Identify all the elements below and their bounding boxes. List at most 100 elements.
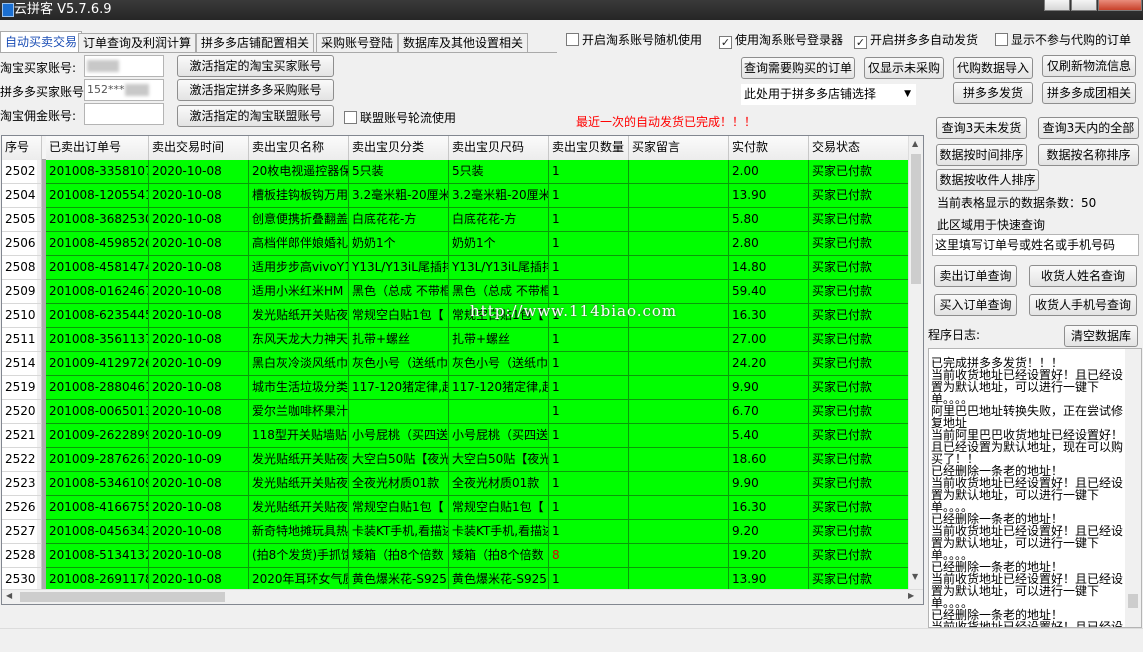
table-cell[interactable]: 1 <box>549 448 629 472</box>
table-cell[interactable]: 201008-5346109 <box>46 472 149 496</box>
table-cell[interactable]: 1 <box>549 256 629 280</box>
table-cell[interactable]: 2020-10-08 <box>149 400 249 424</box>
sold-order-query-button[interactable]: 卖出订单查询 <box>934 265 1017 287</box>
table-cell[interactable]: 黑色（总成 不带框 <box>449 280 549 304</box>
table-cell[interactable]: 创意便携折叠翻盖 <box>249 208 349 232</box>
table-cell[interactable]: 2519 <box>2 376 42 400</box>
table-cell[interactable]: 2509 <box>2 280 42 304</box>
table-cell[interactable]: 5只装 <box>349 160 449 184</box>
table-cell[interactable]: 1 <box>549 400 629 424</box>
tab-order-query[interactable]: 订单查询及利润计算 <box>78 33 197 52</box>
table-cell[interactable] <box>629 208 729 232</box>
pdd-buyer-input[interactable]: 152*** <box>84 79 164 101</box>
table-cell[interactable]: 2508 <box>2 256 42 280</box>
table-cell[interactable]: 201008-0456343 <box>46 520 149 544</box>
taobao-buyer-input[interactable] <box>84 55 164 77</box>
table-cell[interactable]: 117-120猪定律,起 <box>449 376 549 400</box>
table-cell[interactable]: 卡装KT手机,看描述 <box>449 520 549 544</box>
orders-grid[interactable]: 序号 已卖出订单号 卖出交易时间 卖出宝贝名称 卖出宝贝分类 卖出宝贝尺码 卖出宝贝数量 买家… <box>1 135 924 605</box>
clear-database-button[interactable]: 清空数据库 <box>1064 325 1138 347</box>
table-cell[interactable]: 2020-10-08 <box>149 256 249 280</box>
table-cell[interactable]: 19.20 <box>729 544 809 568</box>
pdd-group-button[interactable]: 拼多多成团相关 <box>1042 82 1136 104</box>
table-cell[interactable]: 1 <box>549 424 629 448</box>
table-cell[interactable]: 2511 <box>2 328 42 352</box>
table-cell[interactable]: 201008-4166755 <box>46 496 149 520</box>
table-cell[interactable]: 发光贴纸开关贴夜 <box>249 472 349 496</box>
column-header[interactable]: 交易状态 <box>809 136 909 160</box>
table-cell[interactable]: 1 <box>549 184 629 208</box>
taobao-login-tool-checkbox[interactable]: ✓ 使用淘系账号登录器 <box>719 33 843 49</box>
table-cell[interactable] <box>629 400 729 424</box>
table-cell[interactable]: 2528 <box>2 544 42 568</box>
table-cell[interactable]: 白底花花-方 <box>449 208 549 232</box>
table-cell[interactable]: 白底花花-方 <box>349 208 449 232</box>
scroll-down-icon[interactable]: ▼ <box>912 572 918 581</box>
table-cell[interactable]: 1 <box>549 376 629 400</box>
table-cell[interactable] <box>629 256 729 280</box>
grid-horizontal-scrollbar[interactable]: ◀ ▶ <box>2 589 923 604</box>
table-cell[interactable]: Y13L/Y13iL尾插排 <box>349 256 449 280</box>
table-row[interactable]: 2502 201008-3358107 2020-10-08 20枚电视遥控器保 5只装… <box>2 160 909 184</box>
table-cell[interactable]: 2506 <box>2 232 42 256</box>
table-cell[interactable] <box>629 496 729 520</box>
table-row[interactable]: 2505 201008-3682530 2020-10-08 创意便携折叠翻盖 白底花花… <box>2 208 909 232</box>
table-cell[interactable]: 买家已付款 <box>809 304 909 328</box>
table-cell[interactable]: 2020-10-08 <box>149 496 249 520</box>
table-row[interactable]: 2527 201008-0456343 2020-10-08 新奇特地摊玩具热 卡装KT… <box>2 520 909 544</box>
scroll-thumb[interactable] <box>1128 594 1138 608</box>
table-cell[interactable]: 槽板挂钩板钩万用 <box>249 184 349 208</box>
table-cell[interactable]: 1 <box>549 160 629 184</box>
table-cell[interactable]: 201008-4581474 <box>46 256 149 280</box>
table-cell[interactable]: 9.90 <box>729 472 809 496</box>
table-row[interactable]: 2528 201008-5134132 2020-10-08 (拍8个发货)手抓饼 矮箱… <box>2 544 909 568</box>
table-cell[interactable]: 16.30 <box>729 304 809 328</box>
table-cell[interactable]: 高档伴郎伴娘婚礼 <box>249 232 349 256</box>
scroll-thumb[interactable] <box>20 592 225 602</box>
table-cell[interactable] <box>629 328 729 352</box>
table-cell[interactable]: 买家已付款 <box>809 424 909 448</box>
table-cell[interactable]: 5.80 <box>729 208 809 232</box>
table-cell[interactable]: 发光贴纸开关贴夜 <box>249 448 349 472</box>
table-cell[interactable]: 201008-3358107 <box>46 160 149 184</box>
scroll-right-icon[interactable]: ▶ <box>908 591 914 600</box>
table-cell[interactable]: 1 <box>549 352 629 376</box>
table-cell[interactable] <box>629 448 729 472</box>
table-cell[interactable]: 201008-5134132 <box>46 544 149 568</box>
table-cell[interactable]: 小号屁桃（买四送 <box>449 424 549 448</box>
table-cell[interactable]: 2020-10-08 <box>149 208 249 232</box>
table-cell[interactable]: 买家已付款 <box>809 256 909 280</box>
close-button[interactable] <box>1098 0 1142 11</box>
table-cell[interactable]: 发光贴纸开关贴夜 <box>249 496 349 520</box>
table-cell[interactable] <box>629 472 729 496</box>
table-cell[interactable]: 黑白灰冷淡风纸巾 <box>249 352 349 376</box>
table-cell[interactable]: 2020-10-08 <box>149 304 249 328</box>
table-cell[interactable]: 1 <box>549 520 629 544</box>
pdd-auto-ship-checkbox[interactable]: ✓ 开启拼多多自动发货 <box>854 33 978 49</box>
table-cell[interactable]: 买家已付款 <box>809 520 909 544</box>
table-cell[interactable] <box>629 160 729 184</box>
table-cell[interactable]: 2020-10-09 <box>149 448 249 472</box>
table-cell[interactable]: 大空白50贴【夜光 <box>449 448 549 472</box>
tab-purchase-login[interactable]: 采购账号登陆 <box>316 33 399 52</box>
table-cell[interactable]: 小号屁桃（买四送 <box>349 424 449 448</box>
table-cell[interactable]: 买家已付款 <box>809 400 909 424</box>
table-cell[interactable]: 3.2毫米粗-20厘米 <box>349 184 449 208</box>
quick-search-input[interactable]: 这里填写订单号或姓名或手机号码 <box>932 234 1139 256</box>
table-cell[interactable]: 24.20 <box>729 352 809 376</box>
column-header[interactable]: 实付款 <box>729 136 809 160</box>
table-cell[interactable]: 全夜光材质01款 <box>349 472 449 496</box>
column-header[interactable]: 卖出宝贝名称 <box>249 136 349 160</box>
import-proxy-button[interactable]: 代购数据导入 <box>953 57 1033 79</box>
table-cell[interactable]: 2.00 <box>729 160 809 184</box>
table-cell[interactable]: 矮箱（拍8个倍数 <box>349 544 449 568</box>
table-cell[interactable]: 1 <box>549 208 629 232</box>
table-cell[interactable]: 全夜光材质01款 <box>449 472 549 496</box>
table-cell[interactable]: 2520 <box>2 400 42 424</box>
grid-vertical-scrollbar[interactable]: ▲ ▼ <box>908 136 923 589</box>
table-cell[interactable] <box>629 544 729 568</box>
table-cell[interactable]: 2526 <box>2 496 42 520</box>
table-row[interactable]: 2514 201009-4129726 2020-10-09 黑白灰冷淡风纸巾 灰色小号… <box>2 352 909 376</box>
table-cell[interactable]: 买家已付款 <box>809 160 909 184</box>
table-cell[interactable]: 东风天龙大力神天 <box>249 328 349 352</box>
